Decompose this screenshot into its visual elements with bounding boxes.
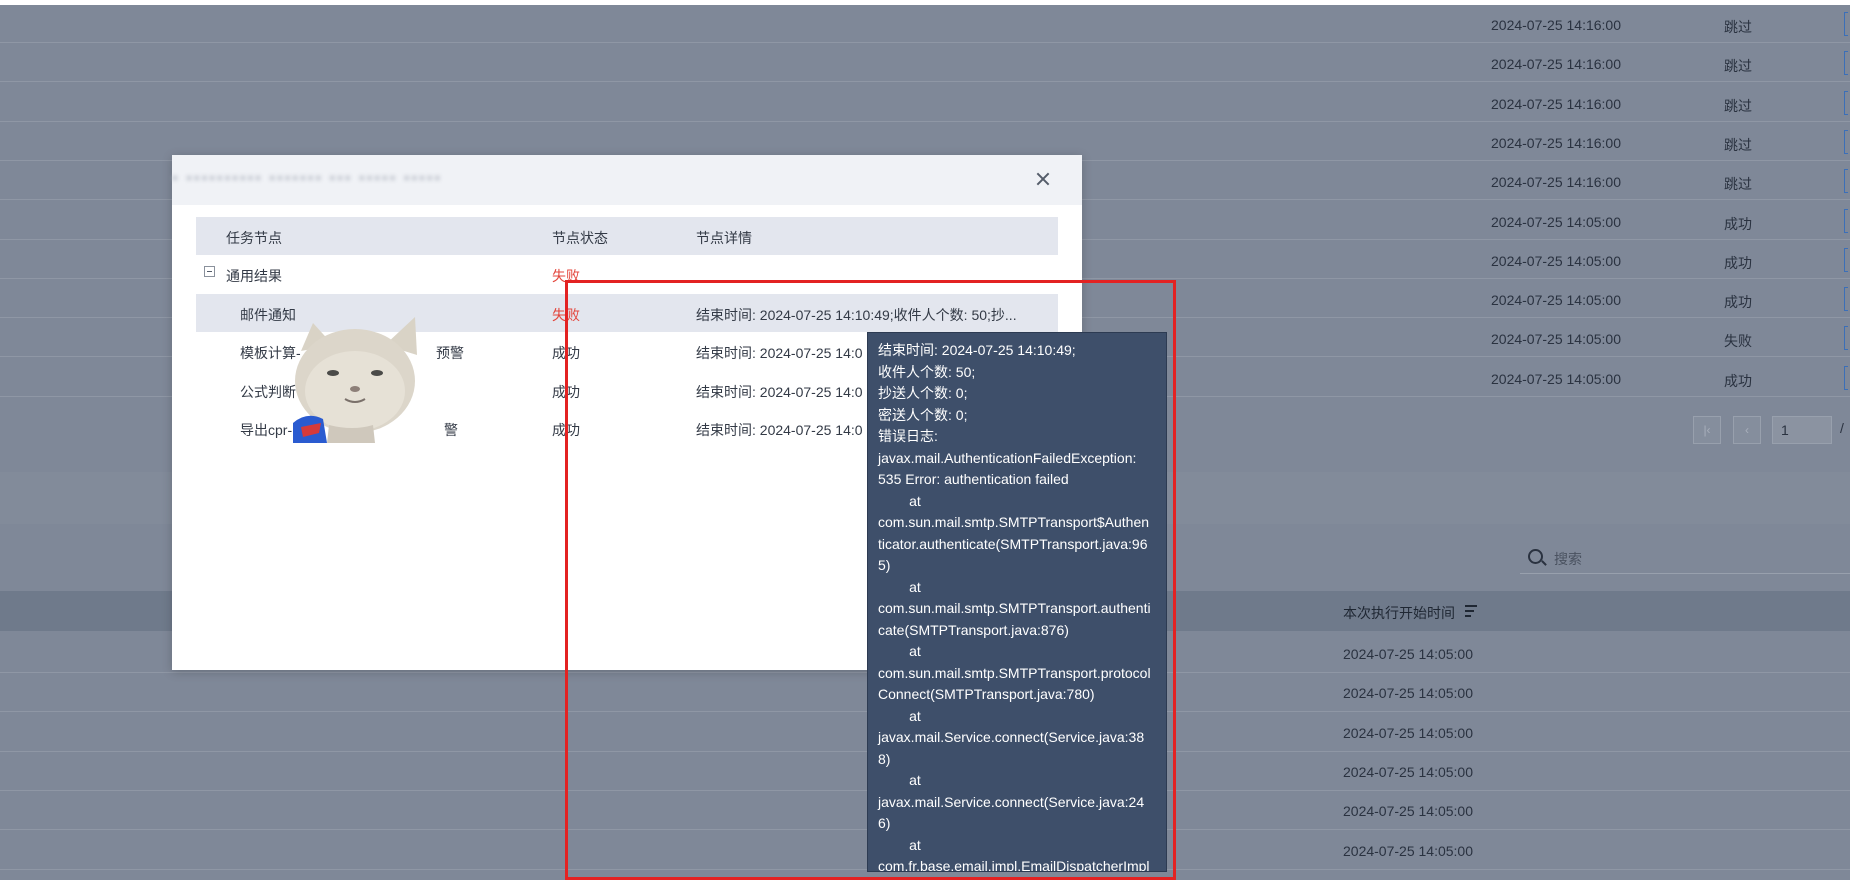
row-start-time: 2024-07-25 14:05:00 — [1343, 724, 1473, 741]
node-name: 模板计算- — [240, 345, 301, 361]
row-action-button[interactable] — [1844, 326, 1848, 351]
row-action-button[interactable] — [1844, 365, 1848, 390]
row-action-button[interactable] — [1844, 208, 1848, 233]
row-action-button[interactable] — [1844, 90, 1848, 115]
row-status: 跳过 — [1724, 19, 1752, 35]
row-action-button[interactable] — [1844, 51, 1848, 76]
background-row[interactable]: 2024-07-25 14:16:00 跳过 — [0, 83, 1850, 122]
search-icon — [1528, 549, 1543, 564]
annotation-highlight-box — [565, 280, 1176, 880]
node-name: 导出cpr- — [240, 422, 293, 438]
row-action-button[interactable] — [1844, 287, 1848, 312]
row-status: 成功 — [1724, 254, 1752, 271]
row-start-time: 2024-07-25 14:05:00 — [1343, 763, 1473, 780]
row-status: 跳过 — [1724, 97, 1752, 114]
sort-icon[interactable] — [1465, 605, 1481, 619]
row-time: 2024-07-25 14:16:00 — [1491, 134, 1621, 151]
row-time: 2024-07-25 14:05:00 — [1491, 331, 1621, 348]
row-status: 失败 — [1724, 333, 1752, 350]
dialog-title: ▪ ▪▪▪▪▪▪▪▪▪▪ ▪▪▪▪▪▪▪ ▪▪▪ ▪▪▪▪▪ ▪▪▪▪▪ — [172, 170, 443, 187]
prev-page-button[interactable]: ‹ — [1733, 416, 1761, 444]
dialog-header: ▪ ▪▪▪▪▪▪▪▪▪▪ ▪▪▪▪▪▪▪ ▪▪▪ ▪▪▪▪▪ ▪▪▪▪▪ — [172, 155, 1082, 205]
row-status: 跳过 — [1724, 176, 1752, 193]
row-action-button[interactable] — [1844, 12, 1848, 36]
row-status: 跳过 — [1724, 58, 1752, 75]
node-name-suffix: 预警 — [436, 345, 464, 361]
column-header-detail: 节点详情 — [696, 230, 752, 246]
collapse-toggle-icon[interactable] — [204, 266, 215, 277]
node-name-suffix: 警 — [444, 422, 458, 438]
start-time-column-header[interactable]: 本次执行开始时间 — [1343, 603, 1455, 623]
row-time: 2024-07-25 14:05:00 — [1491, 370, 1621, 387]
search-input[interactable]: 搜索 — [1520, 540, 1850, 574]
first-page-button[interactable]: |‹ — [1693, 416, 1721, 444]
column-header-status: 节点状态 — [552, 230, 608, 246]
page-total-label: / — [1840, 420, 1844, 436]
row-status: 成功 — [1724, 215, 1752, 232]
row-start-time: 2024-07-25 14:05:00 — [1343, 803, 1473, 820]
cat-sticker-image — [293, 317, 417, 443]
grid-header: 任务节点 节点状态 节点详情 — [196, 217, 1058, 255]
row-time: 2024-07-25 14:05:00 — [1491, 292, 1621, 309]
row-start-time: 2024-07-25 14:05:00 — [1343, 685, 1473, 702]
column-header-node: 任务节点 — [226, 230, 282, 246]
node-name: 邮件通知 — [240, 307, 296, 323]
background-row[interactable]: 2024-07-25 14:16:00 跳过 — [0, 44, 1850, 83]
row-time: 2024-07-25 14:16:00 — [1491, 17, 1621, 33]
search-placeholder: 搜索 — [1554, 551, 1582, 567]
node-name: 通用结果 — [226, 268, 282, 284]
node-name: 公式判断 — [240, 384, 296, 400]
row-time: 2024-07-25 14:16:00 — [1491, 174, 1621, 191]
row-start-time: 2024-07-25 14:05:00 — [1343, 842, 1473, 859]
row-status: 成功 — [1724, 372, 1752, 389]
background-row[interactable]: 2024-07-25 14:16:00 跳过 — [0, 5, 1850, 43]
row-time: 2024-07-25 14:05:00 — [1491, 252, 1621, 269]
row-start-time: 2024-07-25 14:05:00 — [1343, 646, 1473, 662]
row-time: 2024-07-25 14:16:00 — [1491, 95, 1621, 112]
row-action-button[interactable] — [1844, 247, 1848, 272]
page-number-input[interactable]: 1 — [1772, 416, 1832, 444]
row-action-button[interactable] — [1844, 169, 1848, 194]
row-status: 成功 — [1724, 294, 1752, 311]
row-time: 2024-07-25 14:16:00 — [1491, 56, 1621, 73]
row-time: 2024-07-25 14:05:00 — [1491, 213, 1621, 230]
close-icon[interactable] — [1034, 170, 1052, 188]
row-action-button[interactable] — [1844, 129, 1848, 154]
row-status: 跳过 — [1724, 136, 1752, 153]
